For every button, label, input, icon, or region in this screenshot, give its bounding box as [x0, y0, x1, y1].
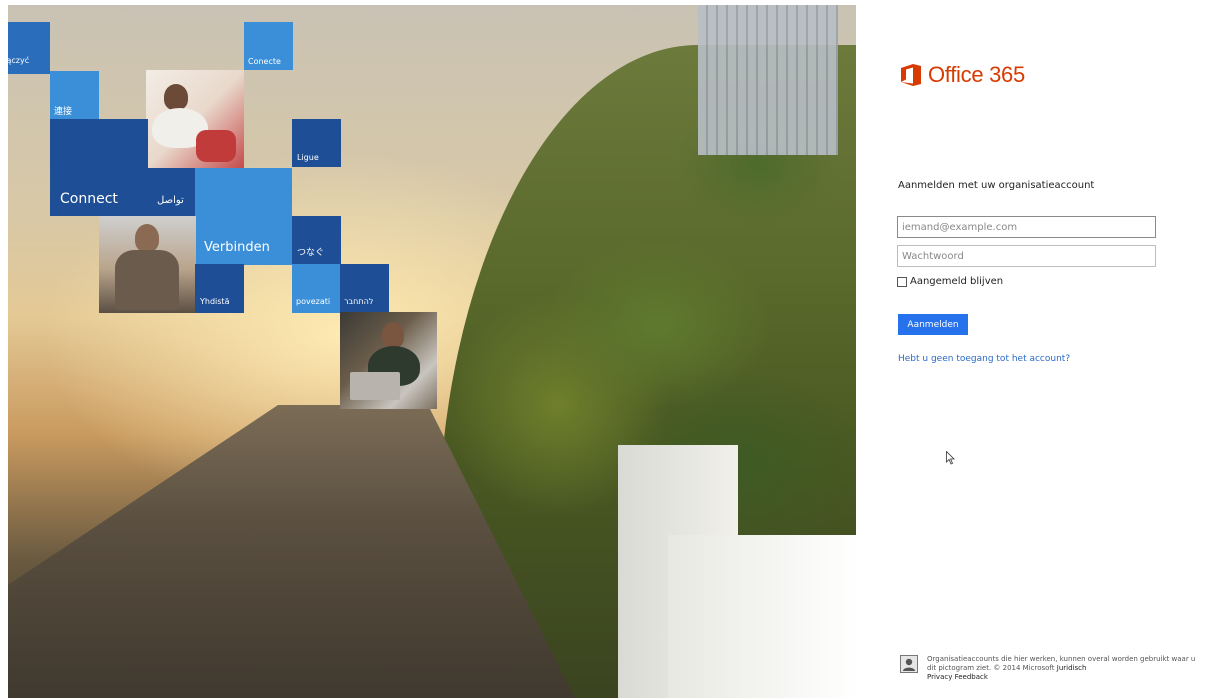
tile-verbinden-label: Verbinden: [204, 240, 270, 255]
tile-yhdista: Yhdistä: [195, 264, 244, 313]
tile-photo-man-phone: [99, 216, 196, 313]
tile-tawasol-label: تواصل: [157, 195, 184, 206]
woman-figure: [164, 84, 188, 110]
building-tower: [698, 5, 838, 155]
tile-connect-label: Connect: [60, 191, 118, 207]
tile-connect: Connect: [50, 119, 148, 216]
tile-ligue: Ligue: [292, 119, 341, 167]
email-input[interactable]: [897, 216, 1156, 238]
footer-text-block: Organisatieaccounts die hier werken, kun…: [927, 655, 1200, 682]
remember-label: Aangemeld blijven: [910, 276, 1004, 287]
tile-lehitchaber: להתחבר: [340, 264, 389, 313]
red-cushion: [196, 130, 236, 162]
tile-tsunagu: つなぐ: [292, 216, 341, 265]
footer: Organisatieaccounts die hier werken, kun…: [900, 655, 1200, 682]
tile-lehitchaber-label: להתחבר: [344, 297, 374, 306]
tile-laczyc-label: Łączyć: [8, 56, 30, 65]
laptop: [350, 372, 400, 400]
tile-verbinden: Verbinden: [195, 168, 292, 265]
remember-me[interactable]: Aangemeld blijven: [897, 276, 1003, 287]
no-access-link[interactable]: Hebt u geen toegang tot het account?: [898, 354, 1070, 364]
tile-photo-laptop: [340, 312, 437, 409]
signin-button[interactable]: Aanmelden: [898, 314, 968, 335]
signin-heading: Aanmelden met uw organisatieaccount: [898, 180, 1095, 191]
hero-background-image: Łączyć Conecte 連接 Ligue Connect تواصل Ve…: [8, 5, 856, 698]
tile-povezati: povezati: [292, 264, 341, 313]
tile-conecte: Conecte: [244, 22, 293, 70]
tile-yhdista-label: Yhdistä: [200, 297, 230, 306]
man-head: [135, 224, 159, 252]
concrete-wall-front: [668, 535, 856, 698]
man-body: [115, 250, 179, 310]
tile-ligue-label: Ligue: [297, 153, 319, 162]
office365-logo: Office 365: [900, 62, 1025, 88]
tile-tsunagu-label: つなぐ: [297, 248, 325, 258]
tile-tawasol: تواصل: [147, 168, 196, 216]
feedback-link[interactable]: Feedback: [955, 673, 988, 681]
tile-lianjie: 連接: [50, 71, 99, 119]
mouse-cursor-icon: [946, 451, 955, 465]
tile-conecte-label: Conecte: [248, 57, 281, 66]
password-input[interactable]: [897, 245, 1156, 267]
tile-photo-woman-mug: [146, 70, 244, 168]
tile-lianjie-label: 連接: [54, 107, 73, 117]
legal-link[interactable]: Juridisch: [1057, 664, 1087, 672]
org-account-icon: [900, 655, 918, 673]
privacy-link[interactable]: Privacy: [927, 673, 952, 681]
tile-laczyc: Łączyć: [8, 22, 50, 74]
tile-povezati-label: povezati: [296, 297, 331, 306]
office-icon: [901, 64, 921, 86]
remember-checkbox[interactable]: [897, 276, 907, 287]
laptop-man-head: [382, 322, 404, 348]
brand-name: Office 365: [928, 62, 1025, 87]
